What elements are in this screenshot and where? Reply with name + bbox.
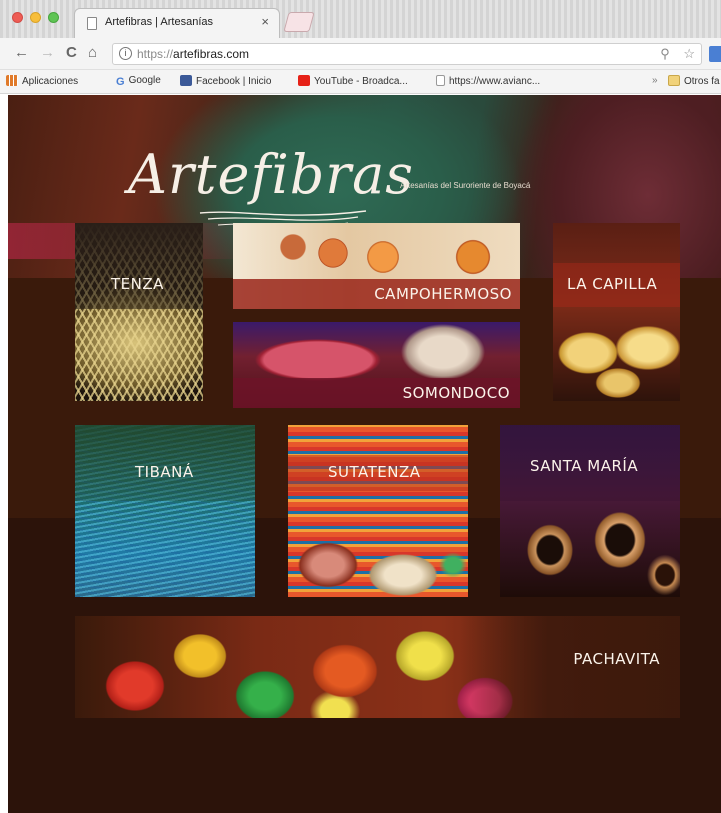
tile-label-la-capilla: LA CAPILLA [567, 275, 658, 293]
tile-label-santa-maria: SANTA MARÍA [530, 457, 639, 475]
tile-label-tibana: TIBANÁ [135, 463, 194, 481]
la-capilla-photo [553, 223, 680, 401]
tile-tibana[interactable]: TIBANÁ [75, 425, 255, 597]
url-text[interactable]: https://artefibras.com [137, 47, 249, 61]
folder-icon [668, 75, 680, 86]
tile-label-pachavita: PACHAVITA [573, 650, 660, 668]
sutatenza-baskets [288, 525, 468, 597]
tile-tenza[interactable]: TENZA [75, 223, 203, 401]
tile-somondoco[interactable]: SOMONDOCO [233, 322, 520, 408]
tile-label-sutatenza: SUTATENZA [328, 463, 421, 481]
youtube-icon [298, 75, 310, 86]
browser-window: Artefibras | Artesanías × ← → C ⌂ i http… [0, 0, 721, 813]
bookmark-apps[interactable]: Aplicaciones [6, 75, 78, 87]
bookmark-facebook[interactable]: Facebook | Inicio [180, 75, 271, 87]
site-logo[interactable]: Artefibras [128, 143, 414, 206]
tile-la-capilla[interactable]: LA CAPILLA [553, 223, 680, 401]
browser-tab[interactable]: Artefibras | Artesanías × [74, 8, 280, 38]
tile-shade [75, 223, 203, 309]
omnibox-actions: ⚲ ☆ [660, 46, 695, 62]
tab-title: Artefibras | Artesanías [105, 16, 214, 28]
extension-icon[interactable] [709, 46, 721, 62]
minimize-window-button[interactable] [30, 12, 41, 23]
address-bar[interactable]: i https://artefibras.com ⚲ ☆ [112, 43, 721, 65]
star-icon[interactable]: ☆ [683, 46, 695, 61]
back-icon[interactable]: ← [14, 44, 29, 62]
page-icon [436, 75, 445, 86]
maximize-window-button[interactable] [48, 12, 59, 23]
google-icon: G [116, 76, 125, 88]
bookmark-avianca[interactable]: https://www.avianc... [436, 75, 540, 87]
close-window-button[interactable] [12, 12, 23, 23]
bookmark-youtube[interactable]: YouTube - Broadca... [298, 75, 408, 87]
facebook-icon [180, 75, 192, 86]
other-bookmarks[interactable]: Otros fa [668, 75, 720, 87]
tile-label-somondoco: SOMONDOCO [402, 384, 510, 402]
page-icon [87, 17, 97, 30]
home-icon[interactable]: ⌂ [88, 44, 97, 62]
browser-toolbar: ← → C ⌂ i https://artefibras.com ⚲ ☆ [0, 38, 721, 70]
forward-icon[interactable]: → [40, 44, 55, 62]
site-tagline: Artesanías del Suroriente de Boyacá [400, 181, 531, 190]
close-tab-icon[interactable]: × [261, 14, 269, 29]
tile-pachavita[interactable]: PACHAVITA [75, 616, 680, 718]
bookmark-google[interactable]: G Google [116, 75, 161, 88]
bookmarks-overflow[interactable]: » [652, 75, 658, 86]
new-tab-button[interactable] [283, 12, 315, 32]
reload-icon[interactable]: C [66, 44, 77, 62]
tile-sutatenza[interactable]: SUTATENZA [288, 425, 468, 597]
tile-label-tenza: TENZA [111, 275, 164, 293]
tile-santa-maria[interactable]: SANTA MARÍA [500, 425, 680, 597]
bookmarks-bar: Aplicaciones G Google Facebook | Inicio Y… [0, 70, 721, 94]
info-icon[interactable]: i [119, 47, 132, 60]
tile-label-campohermoso: CAMPOHERMOSO [374, 285, 512, 303]
zoom-icon[interactable]: ⚲ [660, 46, 670, 61]
tile-campohermoso[interactable]: CAMPOHERMOSO [233, 223, 520, 309]
apps-icon [6, 75, 18, 86]
tab-strip: Artefibras | Artesanías × [0, 0, 721, 38]
